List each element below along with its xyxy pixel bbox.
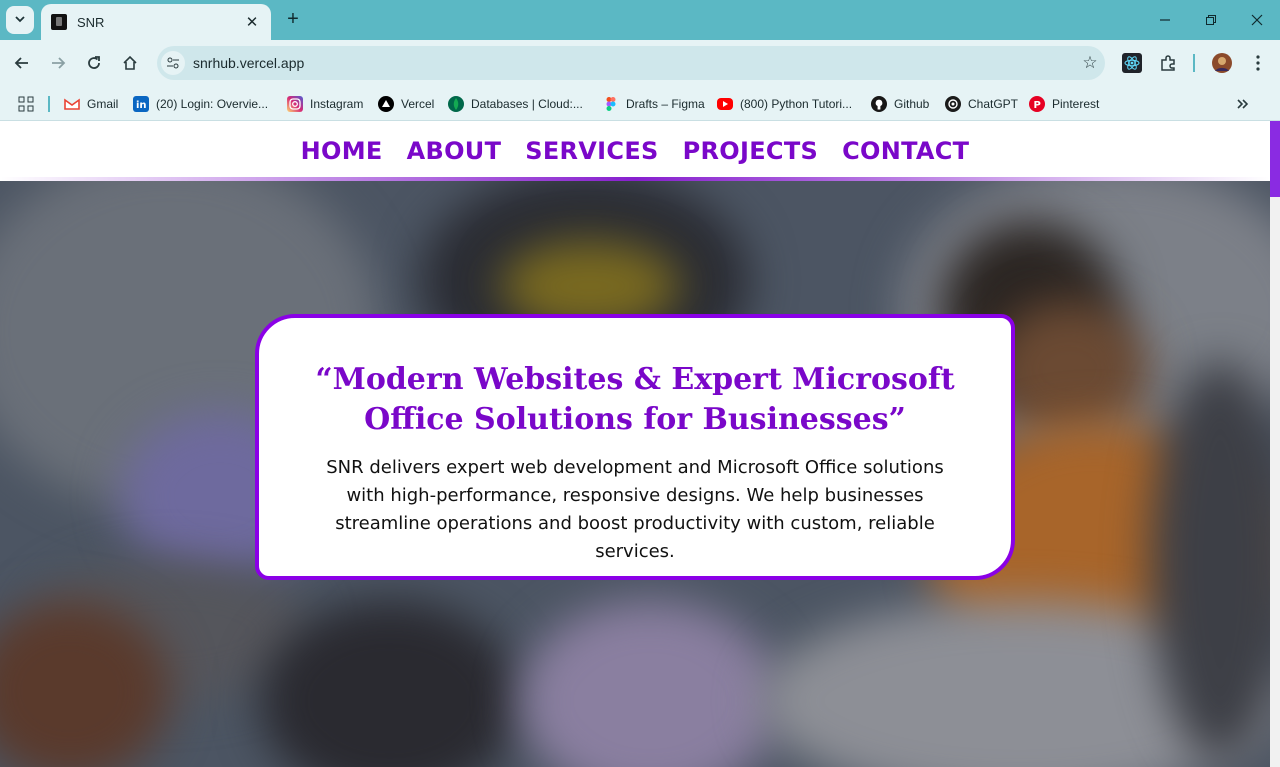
svg-text:in: in [136, 100, 147, 111]
back-button[interactable] [10, 51, 34, 75]
active-tab[interactable]: SNR ✕ [41, 4, 271, 40]
pinterest-icon: P [1029, 96, 1045, 112]
bookmark-figma[interactable]: Drafts – Figma [603, 93, 705, 115]
bookmark-chatgpt[interactable]: ChatGPT [945, 93, 1018, 115]
close-window-button[interactable] [1234, 0, 1280, 40]
chatgpt-icon [945, 96, 961, 112]
home-icon [123, 55, 137, 70]
site-navbar: HOME ABOUT SERVICES PROJECTS CONTACT [0, 121, 1270, 181]
bookmark-pinterest[interactable]: P Pinterest [1029, 93, 1099, 115]
chevron-down-icon [14, 13, 26, 28]
tab-search-button[interactable] [6, 6, 34, 34]
linkedin-icon: in [133, 96, 149, 112]
page-scrollbar[interactable] [1270, 121, 1280, 767]
instagram-icon [287, 96, 303, 112]
nav-contact[interactable]: CONTACT [842, 137, 969, 165]
tab-title: SNR [77, 14, 105, 30]
bookmark-github[interactable]: Github [871, 93, 929, 115]
bookmark-youtube[interactable]: (800) Python Tutori... [717, 93, 852, 115]
home-button[interactable] [118, 51, 142, 75]
site-info-icon[interactable] [161, 51, 185, 75]
new-tab-button[interactable]: + [282, 8, 304, 32]
react-devtools-icon[interactable] [1121, 52, 1143, 74]
tab-close-icon[interactable]: ✕ [243, 13, 261, 31]
bookmark-databases[interactable]: Databases | Cloud:... [448, 93, 583, 115]
minimize-icon [1160, 19, 1170, 21]
bookmark-linkedin[interactable]: in (20) Login: Overvie... [133, 93, 268, 115]
minimize-button[interactable] [1142, 0, 1188, 40]
browser-toolbar: snrhub.vercel.app ☆ [0, 40, 1280, 86]
web-page: HOME ABOUT SERVICES PROJECTS CONTACT “Mo… [0, 121, 1270, 767]
apps-grid-icon [18, 96, 34, 112]
site-favicon-icon [51, 14, 67, 30]
address-bar[interactable]: snrhub.vercel.app ☆ [157, 46, 1105, 80]
toolbar-divider [1193, 54, 1195, 72]
gmail-icon [64, 96, 80, 112]
nav-home[interactable]: HOME [301, 137, 383, 165]
scrollbar-thumb[interactable] [1270, 121, 1280, 197]
profile-avatar[interactable] [1211, 52, 1233, 74]
tab-strip: SNR ✕ + [0, 0, 1280, 40]
nav-about[interactable]: ABOUT [407, 137, 502, 165]
bookmarks-bar: Gmail in (20) Login: Overvie... Instagra… [0, 86, 1280, 121]
url-text[interactable]: snrhub.vercel.app [193, 55, 1075, 71]
bookmark-instagram[interactable]: Instagram [287, 93, 363, 115]
figma-icon [603, 96, 619, 112]
svg-text:P: P [1034, 100, 1041, 111]
restore-icon [1206, 15, 1216, 25]
forward-arrow-icon [52, 57, 66, 69]
hero-section: “Modern Websites & Expert Microsoft Offi… [0, 181, 1270, 767]
back-arrow-icon [14, 57, 28, 69]
bookmark-star-icon[interactable]: ☆ [1075, 53, 1105, 73]
nav-projects[interactable]: PROJECTS [683, 137, 818, 165]
apps-grid-button[interactable] [18, 93, 34, 115]
github-icon [871, 96, 887, 112]
hero-heading: “Modern Websites & Expert Microsoft Offi… [315, 362, 955, 437]
bookmarks-divider [48, 96, 50, 112]
hero-card: “Modern Websites & Expert Microsoft Offi… [255, 314, 1015, 580]
vercel-icon [378, 96, 394, 112]
close-icon [1251, 14, 1263, 26]
reload-icon [88, 56, 100, 69]
more-bookmarks-button[interactable] [1236, 93, 1250, 115]
more-menu-icon[interactable] [1247, 52, 1269, 74]
restore-button[interactable] [1188, 0, 1234, 40]
extensions-puzzle-icon[interactable] [1157, 52, 1179, 74]
mongodb-icon [448, 96, 464, 112]
bookmark-gmail[interactable]: Gmail [64, 93, 118, 115]
double-chevron-right-icon [1237, 99, 1249, 109]
nav-services[interactable]: SERVICES [525, 137, 658, 165]
youtube-icon [717, 98, 733, 110]
reload-button[interactable] [82, 51, 106, 75]
hero-description: SNR delivers expert web development and … [326, 457, 944, 562]
bookmark-vercel[interactable]: Vercel [378, 93, 434, 115]
forward-button[interactable] [46, 51, 70, 75]
